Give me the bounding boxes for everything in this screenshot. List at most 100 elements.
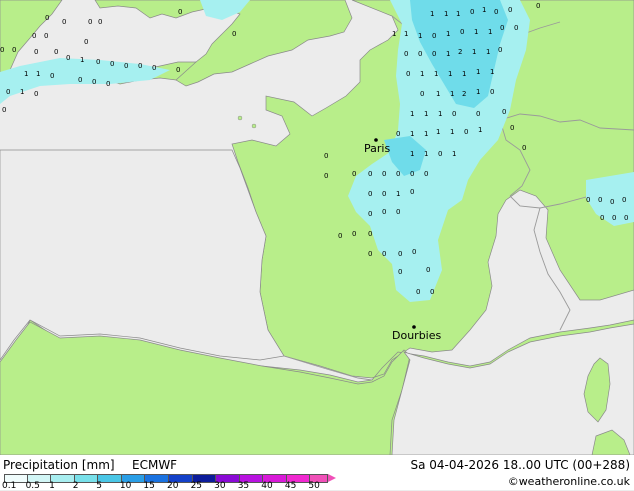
svg-text:1: 1 bbox=[420, 70, 424, 78]
svg-text:1: 1 bbox=[444, 10, 448, 18]
svg-text:0: 0 bbox=[232, 30, 236, 38]
forecast-datetime: Sa 04-04-2026 18..00 UTC (00+288) bbox=[410, 458, 630, 472]
svg-text:0: 0 bbox=[338, 232, 342, 240]
svg-text:0: 0 bbox=[490, 88, 494, 96]
svg-text:0: 0 bbox=[426, 266, 430, 274]
svg-text:1: 1 bbox=[456, 10, 460, 18]
svg-text:0: 0 bbox=[432, 32, 436, 40]
svg-text:1: 1 bbox=[430, 10, 434, 18]
svg-text:1: 1 bbox=[478, 126, 482, 134]
svg-text:0: 0 bbox=[502, 108, 506, 116]
svg-text:1: 1 bbox=[462, 70, 466, 78]
svg-text:0: 0 bbox=[416, 288, 420, 296]
svg-text:0: 0 bbox=[92, 78, 96, 86]
svg-text:0: 0 bbox=[396, 208, 400, 216]
svg-text:1: 1 bbox=[474, 28, 478, 36]
svg-text:0: 0 bbox=[396, 130, 400, 138]
svg-text:0: 0 bbox=[34, 90, 38, 98]
svg-text:0: 0 bbox=[586, 196, 590, 204]
svg-text:0: 0 bbox=[598, 196, 602, 204]
svg-text:0: 0 bbox=[404, 50, 408, 58]
svg-text:1: 1 bbox=[404, 30, 408, 38]
svg-text:0: 0 bbox=[2, 106, 6, 114]
svg-text:0: 0 bbox=[45, 14, 49, 22]
svg-text:0: 0 bbox=[476, 110, 480, 118]
svg-text:0: 0 bbox=[522, 144, 526, 152]
svg-text:1: 1 bbox=[490, 68, 494, 76]
svg-text:0: 0 bbox=[368, 230, 372, 238]
svg-text:0: 0 bbox=[54, 48, 58, 56]
svg-text:1: 1 bbox=[476, 68, 480, 76]
svg-text:1: 1 bbox=[396, 190, 400, 198]
weather-map[interactable]: 0000 00 000 0000 0100 0000 110 000 0100 … bbox=[0, 0, 634, 455]
credit-link[interactable]: ©weatheronline.co.uk bbox=[508, 475, 630, 488]
svg-text:0: 0 bbox=[98, 18, 102, 26]
svg-text:0: 0 bbox=[178, 8, 182, 16]
city-label-dourbies: Dourbies bbox=[392, 329, 442, 342]
svg-text:1: 1 bbox=[446, 50, 450, 58]
svg-text:1: 1 bbox=[488, 28, 492, 36]
island bbox=[237, 115, 243, 121]
svg-text:0: 0 bbox=[460, 28, 464, 36]
svg-text:0: 0 bbox=[382, 170, 386, 178]
svg-text:0: 0 bbox=[424, 170, 428, 178]
svg-text:1: 1 bbox=[438, 110, 442, 118]
svg-text:0: 0 bbox=[124, 62, 128, 70]
svg-text:0: 0 bbox=[418, 50, 422, 58]
svg-text:1: 1 bbox=[476, 88, 480, 96]
svg-text:1: 1 bbox=[486, 48, 490, 56]
svg-text:1: 1 bbox=[424, 110, 428, 118]
svg-text:0: 0 bbox=[34, 48, 38, 56]
svg-text:1: 1 bbox=[392, 30, 396, 38]
svg-text:0: 0 bbox=[412, 248, 416, 256]
map-canvas: 0000 00 0 00 0000 0100 0000 110 000 0 1 00 … bbox=[0, 0, 634, 455]
svg-text:0: 0 bbox=[106, 80, 110, 88]
svg-text:0: 0 bbox=[62, 18, 66, 26]
svg-text:1: 1 bbox=[448, 70, 452, 78]
svg-text:0: 0 bbox=[352, 170, 356, 178]
svg-text:0: 0 bbox=[470, 8, 474, 16]
svg-text:1: 1 bbox=[80, 56, 84, 64]
svg-text:0: 0 bbox=[0, 46, 4, 54]
svg-text:0: 0 bbox=[464, 128, 468, 136]
svg-text:1: 1 bbox=[24, 70, 28, 78]
svg-text:0: 0 bbox=[494, 8, 498, 16]
svg-text:1: 1 bbox=[472, 48, 476, 56]
svg-text:0: 0 bbox=[452, 110, 456, 118]
svg-text:0: 0 bbox=[438, 150, 442, 158]
legend-title: Precipitation [mm] bbox=[3, 458, 115, 472]
svg-text:0: 0 bbox=[176, 66, 180, 74]
svg-text:0: 0 bbox=[406, 70, 410, 78]
svg-text:0: 0 bbox=[410, 188, 414, 196]
svg-text:1: 1 bbox=[410, 130, 414, 138]
svg-text:1: 1 bbox=[20, 88, 24, 96]
svg-text:1: 1 bbox=[450, 90, 454, 98]
svg-text:1: 1 bbox=[436, 90, 440, 98]
svg-text:0: 0 bbox=[420, 90, 424, 98]
svg-text:0: 0 bbox=[430, 288, 434, 296]
svg-text:0: 0 bbox=[536, 2, 540, 10]
svg-text:1: 1 bbox=[450, 128, 454, 136]
svg-text:2: 2 bbox=[462, 90, 466, 98]
svg-text:0: 0 bbox=[88, 18, 92, 26]
svg-text:0: 0 bbox=[600, 214, 604, 222]
svg-text:0: 0 bbox=[12, 46, 16, 54]
model-name: ECMWF bbox=[132, 458, 178, 472]
svg-text:0: 0 bbox=[610, 198, 614, 206]
svg-text:0: 0 bbox=[396, 170, 400, 178]
svg-text:0: 0 bbox=[368, 210, 372, 218]
svg-text:0: 0 bbox=[44, 32, 48, 40]
svg-text:1: 1 bbox=[482, 6, 486, 14]
svg-text:0: 0 bbox=[32, 32, 36, 40]
svg-text:1: 1 bbox=[434, 70, 438, 78]
svg-text:0: 0 bbox=[84, 38, 88, 46]
svg-text:1: 1 bbox=[410, 110, 414, 118]
svg-text:1: 1 bbox=[36, 70, 40, 78]
svg-text:1: 1 bbox=[452, 150, 456, 158]
svg-text:1: 1 bbox=[410, 150, 414, 158]
scale-arrow bbox=[328, 474, 336, 482]
map-footer: Precipitation [mm] ECMWF Sa 04-04-2026 1… bbox=[0, 455, 634, 491]
svg-text:0: 0 bbox=[398, 268, 402, 276]
svg-text:0: 0 bbox=[352, 230, 356, 238]
svg-text:0: 0 bbox=[624, 214, 628, 222]
